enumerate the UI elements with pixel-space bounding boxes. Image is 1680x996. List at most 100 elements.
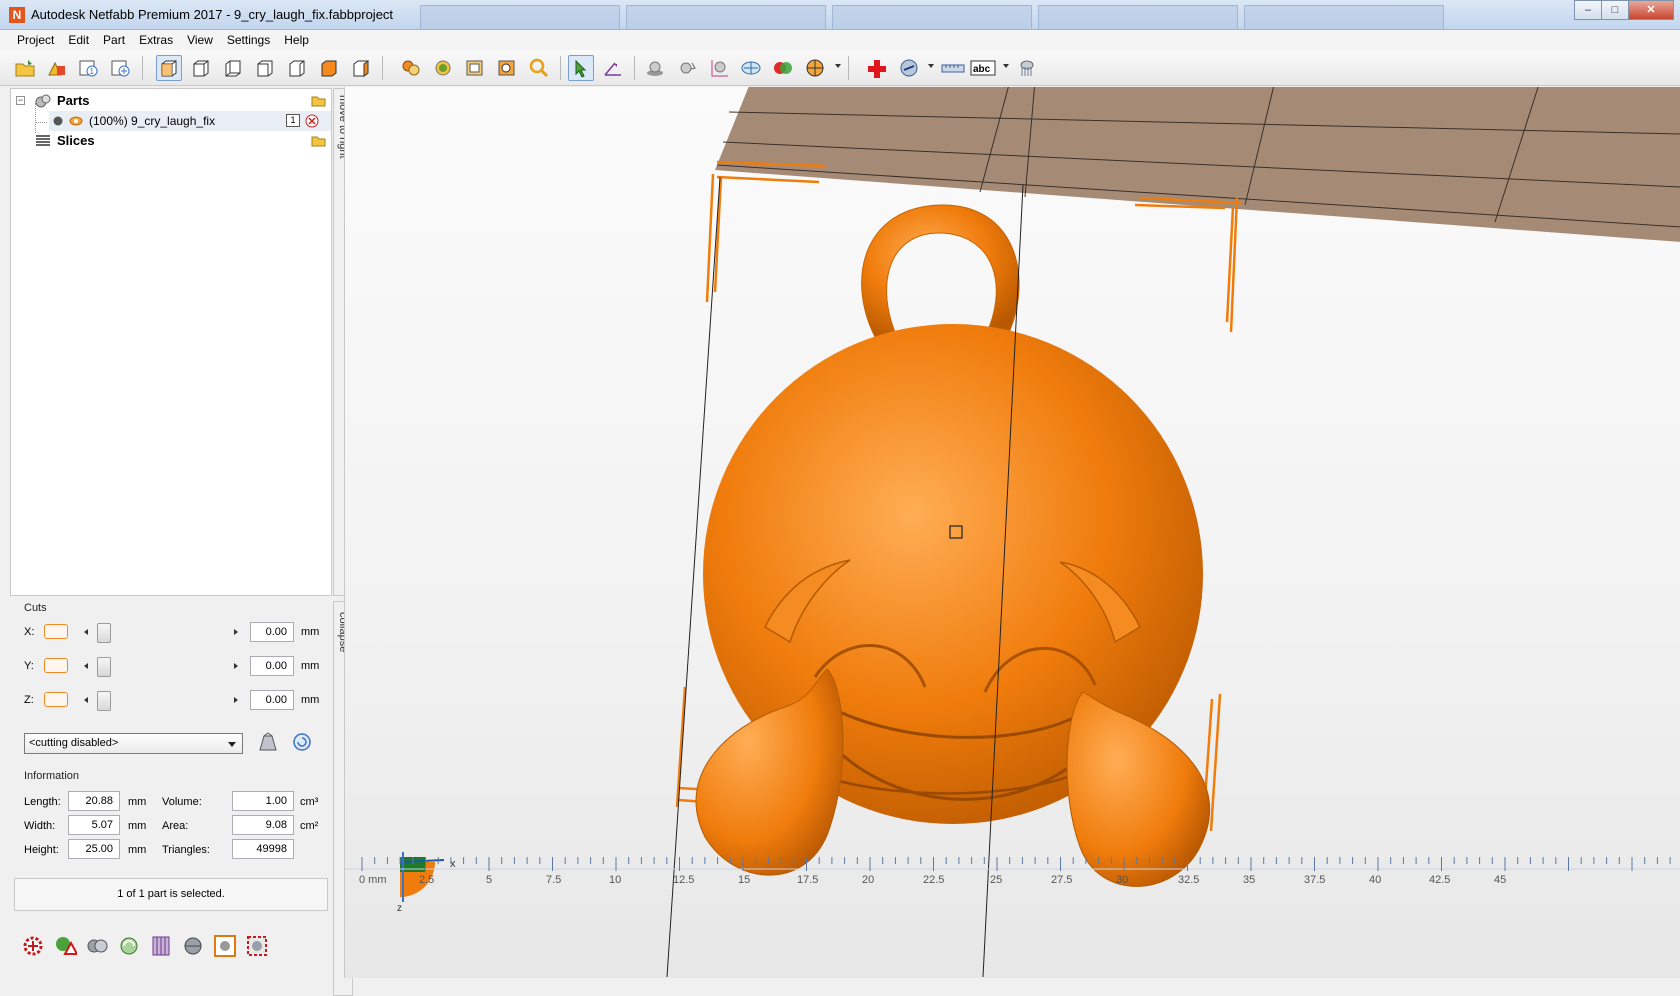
color-by-part-icon[interactable] <box>770 55 796 81</box>
view-left-icon[interactable] <box>252 55 278 81</box>
background-tab[interactable] <box>1038 5 1238 29</box>
open-project-icon[interactable] <box>12 55 38 81</box>
cut-slider-z[interactable] <box>84 691 238 711</box>
coordinate-system-icon[interactable] <box>706 55 732 81</box>
visibility-eye-icon[interactable] <box>69 115 83 127</box>
menu-edit[interactable]: Edit <box>61 30 96 50</box>
collapse-toggle-icon[interactable]: − <box>16 96 25 105</box>
ruler-label: 10 <box>609 874 622 886</box>
add-part-icon[interactable] <box>44 55 70 81</box>
zoom-platform-icon[interactable] <box>462 55 488 81</box>
length-value: 20.88 <box>68 791 120 811</box>
folder-open-icon[interactable] <box>311 93 327 107</box>
svg-text:abc: abc <box>973 64 991 75</box>
menu-settings[interactable]: Settings <box>220 30 277 50</box>
slider-thumb[interactable] <box>97 623 111 643</box>
background-tab[interactable] <box>626 5 826 29</box>
repair-cross-icon[interactable] <box>864 55 890 81</box>
ruler-label: 30 <box>1116 874 1129 886</box>
maximize-button[interactable]: □ <box>1601 0 1629 20</box>
mesh-view-icon[interactable] <box>738 55 764 81</box>
cut-value-x[interactable]: 0.00 <box>250 622 294 642</box>
select-arrow-icon[interactable] <box>568 55 594 81</box>
cut-plane-toggle[interactable] <box>44 692 68 707</box>
height-label: Height: <box>24 844 59 856</box>
refresh-parts-icon[interactable] <box>116 933 142 959</box>
shading-mode-icon[interactable] <box>802 55 828 81</box>
add-slice-icon[interactable] <box>108 55 134 81</box>
slider-thumb[interactable] <box>97 691 111 711</box>
cut-plane-toggle[interactable] <box>44 624 68 639</box>
label-text-icon[interactable]: abc <box>970 55 996 81</box>
minimize-button[interactable]: – <box>1574 0 1602 20</box>
slider-left-arrow-icon[interactable] <box>84 629 88 635</box>
slider-right-arrow-icon[interactable] <box>234 663 238 669</box>
close-button[interactable]: ✕ <box>1628 0 1674 20</box>
cut-slider-x[interactable] <box>84 623 238 643</box>
cut-tool-icon[interactable] <box>896 55 922 81</box>
zoom-selected-icon[interactable] <box>430 55 456 81</box>
ruler-icon[interactable] <box>940 55 966 81</box>
view-front-icon[interactable] <box>188 55 214 81</box>
background-tab[interactable] <box>1244 5 1444 29</box>
cut-execute-icon[interactable] <box>256 730 280 754</box>
3d-viewport[interactable]: x z 0 mm 2.5 5 7.5 10 12.5 15 17.5 20 22… <box>344 87 1680 978</box>
label-dropdown-arrow-icon[interactable] <box>1003 64 1009 68</box>
cut-value-z[interactable]: 0.00 <box>250 690 294 710</box>
cut-slider-y[interactable] <box>84 657 238 677</box>
slider-thumb[interactable] <box>97 657 111 677</box>
cut-dropdown-arrow-icon[interactable] <box>928 64 934 68</box>
merge-parts-icon[interactable] <box>84 933 110 959</box>
warning-repair-icon[interactable] <box>52 933 78 959</box>
rotate-view-icon[interactable] <box>674 55 700 81</box>
zoom-window-icon[interactable] <box>494 55 520 81</box>
zoom-magnifier-icon[interactable] <box>526 55 552 81</box>
build-settings-icon[interactable] <box>244 933 270 959</box>
ruler-label: 0 mm <box>359 874 387 886</box>
menu-part[interactable]: Part <box>96 30 132 50</box>
slider-right-arrow-icon[interactable] <box>234 629 238 635</box>
tree-slices-node[interactable]: Slices <box>11 131 331 151</box>
part-status-icon <box>53 116 63 126</box>
menu-project[interactable]: Project <box>10 30 61 50</box>
slice-export-icon[interactable] <box>148 933 174 959</box>
frame-selection-icon[interactable] <box>212 933 238 959</box>
menu-help[interactable]: Help <box>277 30 316 50</box>
cutting-mode-select[interactable]: <cutting disabled> <box>24 733 243 754</box>
new-slice-icon[interactable]: 1 <box>76 55 102 81</box>
view-right-icon[interactable] <box>284 55 310 81</box>
menu-view[interactable]: View <box>180 30 220 50</box>
zoom-parts-icon[interactable] <box>398 55 424 81</box>
main-toolbar: 1 abc <box>0 50 1680 86</box>
menu-extras[interactable]: Extras <box>132 30 180 50</box>
pendant-model[interactable] <box>695 204 1211 887</box>
cut-plane-toggle[interactable] <box>44 658 68 673</box>
settings-gear-icon[interactable] <box>20 933 46 959</box>
tree-part-item[interactable]: (100%) 9_cry_laugh_fix 1 <box>49 111 331 131</box>
remove-part-icon[interactable] <box>305 114 319 128</box>
ruler-label: 45 <box>1494 874 1507 886</box>
width-label: Width: <box>24 820 56 832</box>
reset-cut-icon[interactable] <box>292 732 312 752</box>
slider-left-arrow-icon[interactable] <box>84 697 88 703</box>
cut-axis-label: Y: <box>24 660 34 672</box>
solid-mode-icon[interactable] <box>642 55 668 81</box>
shading-dropdown-arrow-icon[interactable] <box>835 64 841 68</box>
measure-arrow-icon[interactable] <box>600 55 626 81</box>
view-back-icon[interactable] <box>220 55 246 81</box>
background-tab[interactable] <box>420 5 620 29</box>
view-bottom-icon[interactable] <box>348 55 374 81</box>
view-default-icon[interactable] <box>156 55 182 81</box>
background-tab[interactable] <box>832 5 1032 29</box>
view-top-icon[interactable] <box>316 55 342 81</box>
menu-bar: Project Edit Part Extras View Settings H… <box>0 30 1680 50</box>
folder-open-icon[interactable] <box>311 133 327 147</box>
sphere-tool-icon[interactable] <box>180 933 206 959</box>
scene-canvas[interactable]: x z <box>345 87 1680 978</box>
ruler-label: 42.5 <box>1429 874 1451 886</box>
slider-right-arrow-icon[interactable] <box>234 697 238 703</box>
support-structure-icon[interactable] <box>1014 55 1040 81</box>
cut-value-y[interactable]: 0.00 <box>250 656 294 676</box>
slider-left-arrow-icon[interactable] <box>84 663 88 669</box>
tree-parts-node[interactable]: − Parts <box>11 91 331 111</box>
